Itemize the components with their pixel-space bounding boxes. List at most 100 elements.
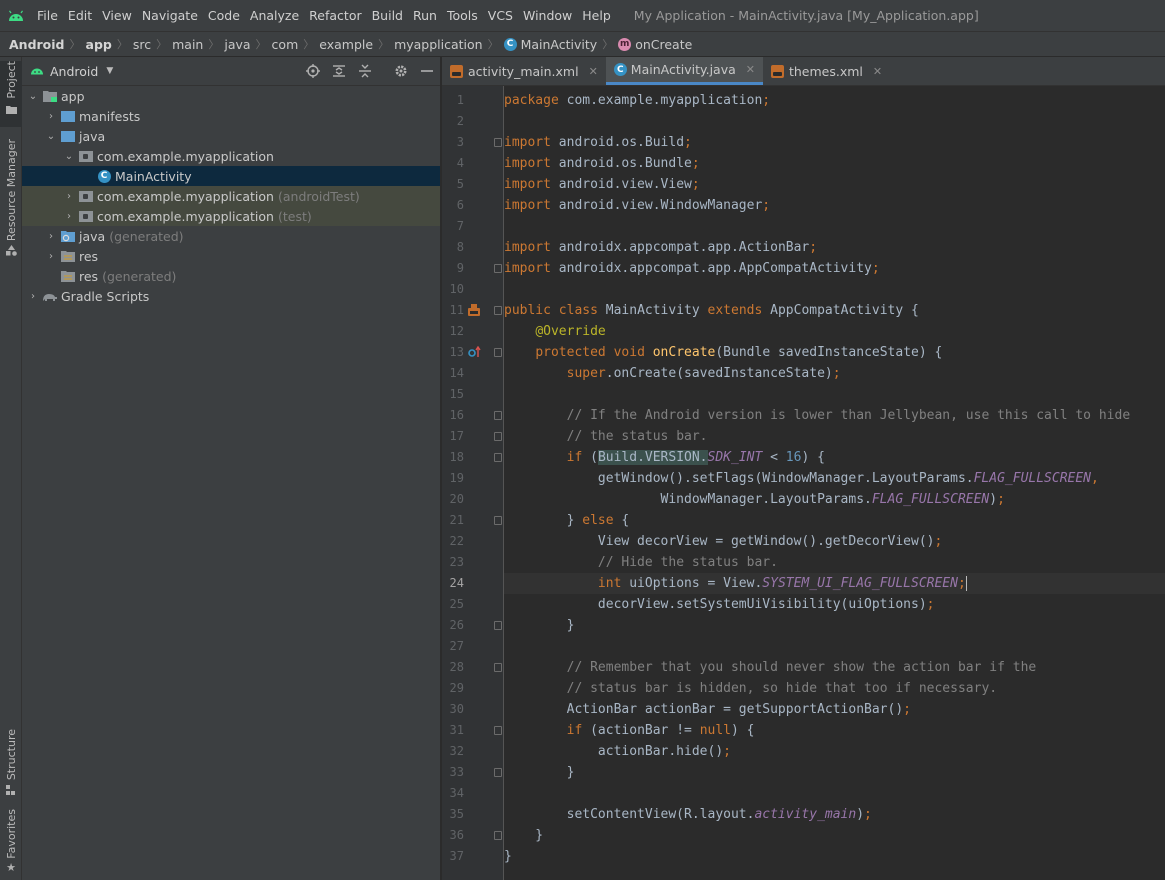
crumb-com[interactable]: com — [269, 37, 302, 52]
tab-mainactivity-java[interactable]: C MainActivity.java ✕ — [605, 57, 763, 85]
fold-marker-icon[interactable] — [494, 831, 502, 840]
code-line: } — [504, 618, 575, 633]
code-line: View decorView = getWindow().getDecorVie… — [504, 534, 943, 549]
fold-marker-icon[interactable] — [494, 768, 502, 777]
chevron-right-icon[interactable]: › — [60, 191, 78, 202]
code-line: public class MainActivity extends AppCom… — [504, 303, 919, 318]
line-number: 22 — [449, 534, 464, 548]
tree-item-package-test[interactable]: › com.example.myapplication (test) — [22, 206, 440, 226]
tree-item-res[interactable]: › res — [22, 246, 440, 266]
fold-marker-icon[interactable] — [494, 621, 502, 630]
crumb-java[interactable]: java — [221, 37, 253, 52]
close-icon[interactable]: ✕ — [589, 65, 598, 78]
crumb-app[interactable]: app — [83, 37, 115, 52]
menu-navigate[interactable]: Navigate — [137, 0, 203, 31]
menu-view[interactable]: View — [97, 0, 137, 31]
chevron-right-icon[interactable]: › — [42, 231, 60, 242]
chevron-down-icon[interactable]: ⌄ — [60, 151, 78, 162]
line-number: 4 — [456, 156, 464, 170]
menu-window[interactable]: Window — [518, 0, 577, 31]
collapse-all-icon[interactable] — [352, 60, 378, 82]
fold-marker-icon[interactable] — [494, 306, 502, 315]
code-line: } — [504, 828, 544, 843]
code-line: getWindow().setFlags(WindowManager.Layou… — [504, 471, 1099, 486]
crumb-src[interactable]: src — [130, 37, 154, 52]
tool-tab-favorites[interactable]: Favorites ★ — [0, 809, 22, 877]
fold-marker-icon[interactable] — [494, 138, 502, 147]
menu-build[interactable]: Build — [367, 0, 408, 31]
code-area[interactable]: package com.example.myapplication; import… — [504, 86, 1165, 880]
tree-item-app[interactable]: ⌄ app — [22, 86, 440, 106]
chevron-down-icon[interactable]: ⌄ — [42, 131, 60, 142]
fold-marker-icon[interactable] — [494, 663, 502, 672]
fold-marker-icon[interactable] — [494, 411, 502, 420]
tool-tab-project[interactable]: Project — [0, 61, 22, 127]
code-line: // the status bar. — [566, 429, 708, 444]
tree-item-label: Gradle Scripts — [61, 288, 150, 304]
chevron-right-icon[interactable]: › — [42, 251, 60, 262]
crumb-main[interactable]: main — [169, 37, 206, 52]
chevron-right-icon[interactable]: › — [24, 291, 42, 302]
minimize-icon[interactable] — [414, 60, 440, 82]
breadcrumb: Android 〉 app 〉 src 〉 main 〉 java 〉 com … — [0, 31, 1165, 57]
tree-item-manifests[interactable]: › manifests — [22, 106, 440, 126]
menu-file[interactable]: File — [32, 0, 63, 31]
fold-marker-icon[interactable] — [494, 348, 502, 357]
crumb-example[interactable]: example — [316, 37, 376, 52]
crumb-android[interactable]: Android — [6, 37, 68, 52]
expand-all-icon[interactable] — [326, 60, 352, 82]
crumb-oncreate[interactable]: m onCreate — [615, 37, 695, 52]
menu-help[interactable]: Help — [577, 0, 616, 31]
menu-analyze[interactable]: Analyze — [245, 0, 304, 31]
chevron-down-icon[interactable]: ⌄ — [24, 91, 42, 102]
android-studio-logo-icon — [0, 0, 32, 31]
close-icon[interactable]: ✕ — [746, 63, 755, 76]
generated-folder-icon — [60, 228, 76, 244]
project-view-selector[interactable]: Android ▼ — [50, 64, 113, 79]
fold-marker-icon[interactable] — [494, 432, 502, 441]
tree-item-res-generated[interactable]: res (generated) — [22, 266, 440, 286]
tool-tab-structure[interactable]: Structure — [0, 729, 22, 796]
fold-marker-icon[interactable] — [494, 264, 502, 273]
chevron-right-icon: 〉 — [487, 38, 499, 51]
xml-file-icon — [770, 64, 784, 78]
line-number: 31 — [449, 723, 464, 737]
tree-item-package-androidtest[interactable]: › com.example.myapplication (androidTest… — [22, 186, 440, 206]
tree-item-gradle-scripts[interactable]: › Gradle Scripts — [22, 286, 440, 306]
menu-vcs[interactable]: VCS — [483, 0, 518, 31]
tool-tab-resource-manager[interactable]: Resource Manager — [0, 139, 22, 259]
crumb-myapplication[interactable]: myapplication — [391, 37, 486, 52]
tree-item-package[interactable]: ⌄ com.example.myapplication — [22, 146, 440, 166]
menu-tools[interactable]: Tools — [442, 0, 483, 31]
module-folder-icon — [42, 88, 58, 104]
fold-marker-icon[interactable] — [494, 453, 502, 462]
close-icon[interactable]: ✕ — [873, 65, 882, 78]
line-number: 23 — [449, 555, 464, 569]
line-number: 8 — [456, 240, 464, 254]
menu-run[interactable]: Run — [408, 0, 442, 31]
line-number: 36 — [449, 828, 464, 842]
tab-label: MainActivity.java — [630, 62, 736, 77]
tree-item-java[interactable]: ⌄ java — [22, 126, 440, 146]
tab-activity-main-xml[interactable]: activity_main.xml ✕ — [442, 57, 606, 85]
gear-icon[interactable] — [388, 60, 414, 82]
override-method-icon[interactable] — [468, 345, 481, 358]
fold-marker-icon[interactable] — [494, 516, 502, 525]
tab-themes-xml[interactable]: themes.xml ✕ — [763, 57, 890, 85]
line-number: 9 — [456, 261, 464, 275]
chevron-right-icon[interactable]: › — [60, 211, 78, 222]
chevron-right-icon[interactable]: › — [42, 111, 60, 122]
menu-code[interactable]: Code — [203, 0, 245, 31]
crumb-mainactivity[interactable]: C MainActivity — [501, 37, 601, 52]
fold-marker-icon[interactable] — [494, 726, 502, 735]
tree-item-mainactivity[interactable]: C MainActivity — [22, 166, 440, 186]
tree-item-java-generated[interactable]: › java (generated) — [22, 226, 440, 246]
activity-layout-icon[interactable] — [468, 304, 480, 316]
line-number: 19 — [449, 471, 464, 485]
locate-file-icon[interactable] — [300, 60, 326, 82]
folder-icon — [60, 128, 76, 144]
menu-refactor[interactable]: Refactor — [304, 0, 366, 31]
menu-edit[interactable]: Edit — [63, 0, 97, 31]
class-icon: C — [503, 37, 517, 51]
